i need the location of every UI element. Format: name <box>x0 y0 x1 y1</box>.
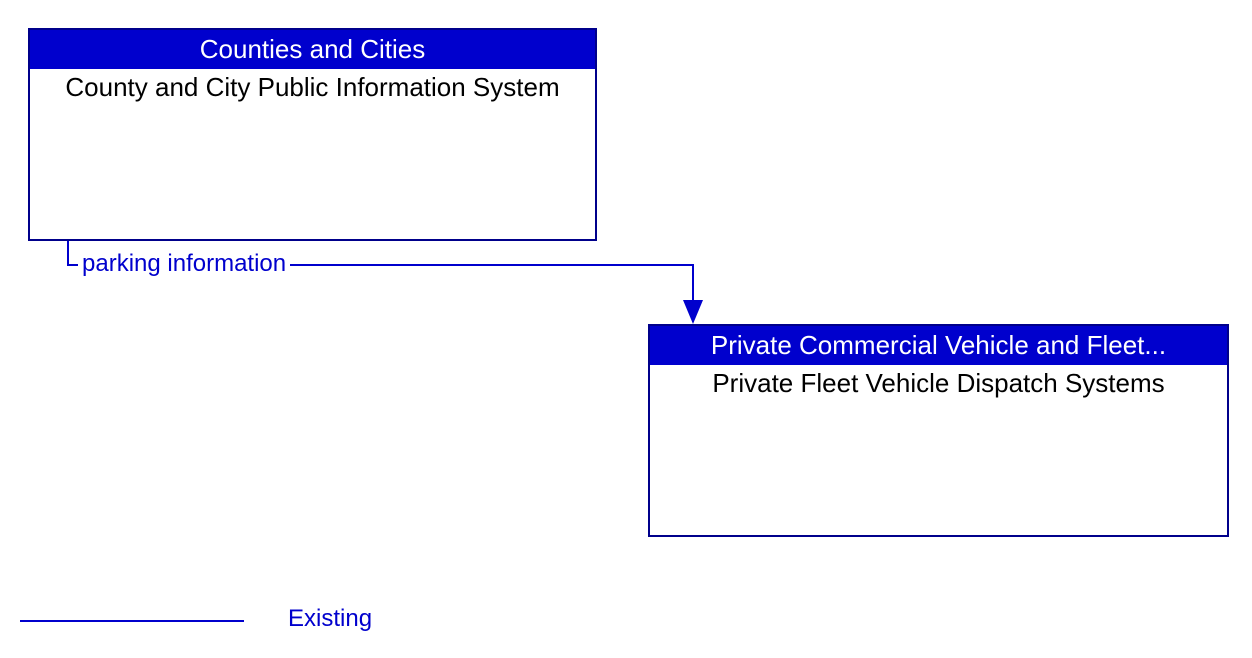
box-private-fleet-body: Private Fleet Vehicle Dispatch Systems <box>650 365 1227 399</box>
box-counties-cities[interactable]: Counties and Cities County and City Publ… <box>28 28 597 241</box>
box-counties-cities-body: County and City Public Information Syste… <box>30 69 595 103</box>
legend-line-existing <box>20 620 244 622</box>
box-counties-cities-header: Counties and Cities <box>30 30 595 69</box>
box-private-fleet-header: Private Commercial Vehicle and Fleet... <box>650 326 1227 365</box>
legend-label-existing: Existing <box>288 605 372 633</box>
box-private-fleet[interactable]: Private Commercial Vehicle and Fleet... … <box>648 324 1229 537</box>
flow-label-parking-information: parking information <box>78 250 290 278</box>
